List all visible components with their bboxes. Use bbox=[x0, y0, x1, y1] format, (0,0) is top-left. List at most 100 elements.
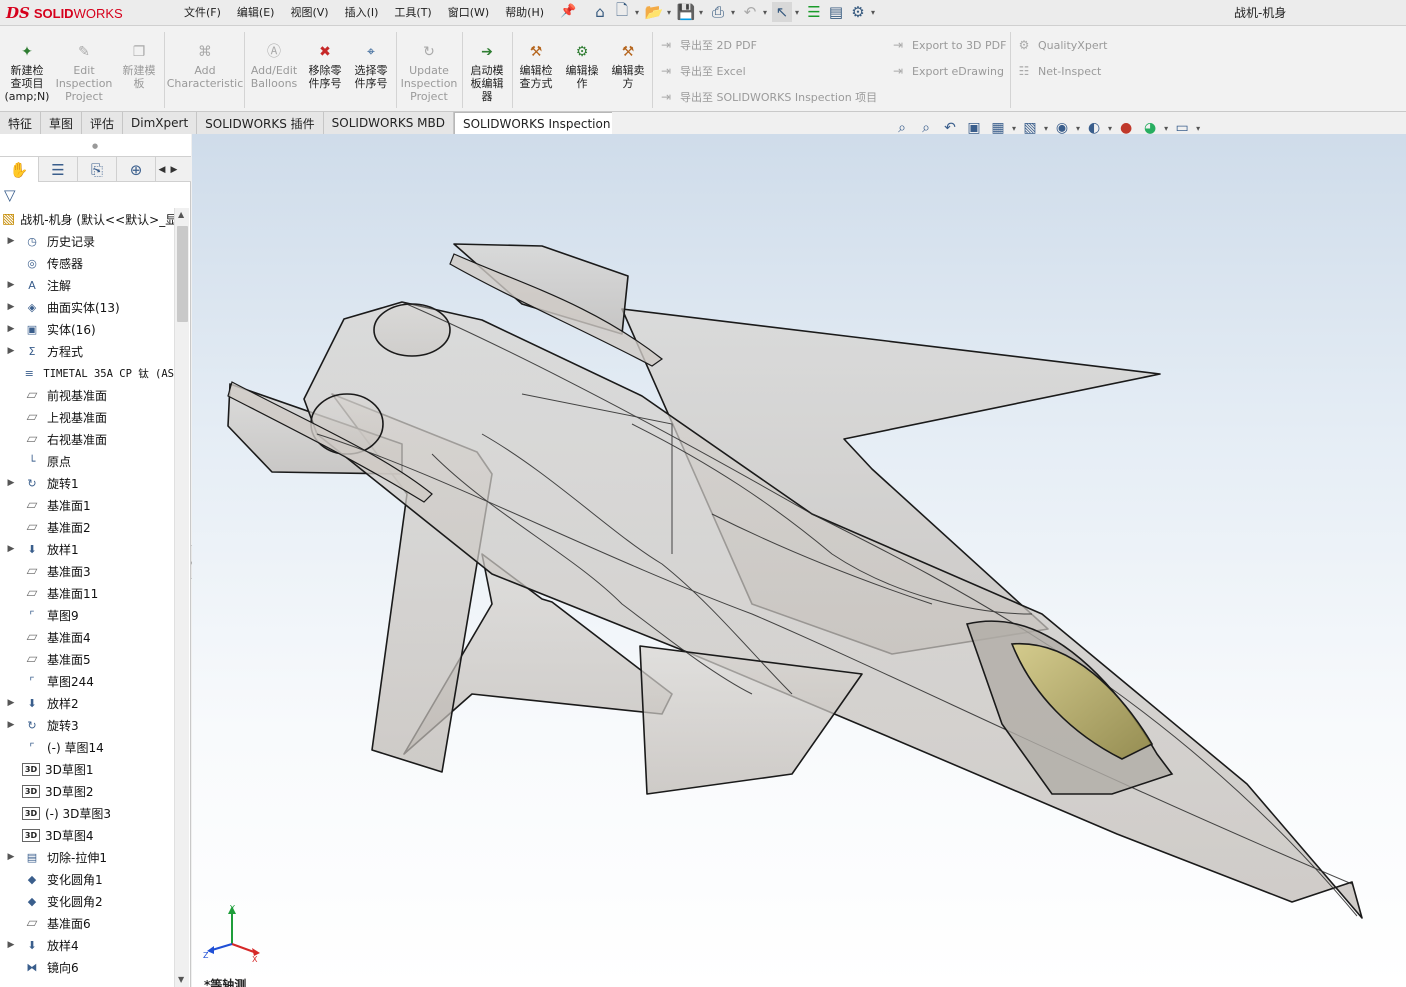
menu-edit[interactable]: 编辑(E) bbox=[229, 4, 283, 20]
expand-arrow-icon[interactable]: ▶ bbox=[0, 302, 22, 312]
new-template-button[interactable]: ❐ 新建模 板 bbox=[116, 42, 162, 91]
options-gear-icon[interactable]: ⚙ bbox=[848, 2, 868, 22]
add-edit-balloons-button[interactable]: Ⓐ Add/Edit Balloons bbox=[248, 42, 300, 91]
tabs-scroll-right-icon[interactable]: ▶ bbox=[168, 157, 180, 182]
file-properties-icon[interactable]: ▤ bbox=[826, 2, 846, 22]
graphics-area[interactable]: Y X Z *等轴测 bbox=[192, 134, 1406, 987]
net-inspect-button[interactable]: ☷ Net-Inspect bbox=[1016, 62, 1102, 80]
home-icon[interactable]: ⌂ bbox=[590, 2, 610, 22]
tree-item[interactable]: ▱ 基准面2 bbox=[0, 516, 174, 538]
tree-item[interactable]: ⧓ 镜向6 bbox=[0, 956, 174, 978]
qualityxpert-button[interactable]: ⚙ QualityXpert bbox=[1016, 36, 1108, 54]
tab-solidworks-mbd[interactable]: SOLIDWORKS MBD bbox=[324, 112, 454, 134]
print-dropdown-icon[interactable]: ▾ bbox=[728, 8, 738, 17]
scroll-down-icon[interactable]: ▼ bbox=[178, 975, 184, 984]
tree-item[interactable]: 3D 3D草图4 bbox=[0, 824, 174, 846]
open-folder-icon[interactable]: 📂 bbox=[644, 2, 664, 22]
tree-item[interactable]: 3D 3D草图1 bbox=[0, 758, 174, 780]
menu-help[interactable]: 帮助(H) bbox=[497, 4, 552, 20]
pin-menu-icon[interactable]: 📌 bbox=[560, 4, 576, 19]
tree-item[interactable]: ▶ ◈ 曲面实体(13) bbox=[0, 296, 174, 318]
tree-item[interactable]: 3D 3D草图2 bbox=[0, 780, 174, 802]
save-icon[interactable]: 💾 bbox=[676, 2, 696, 22]
expand-arrow-icon[interactable]: ▶ bbox=[0, 346, 22, 356]
solidworks-logo[interactable]: DS SOLIDWORKS bbox=[6, 2, 123, 24]
hide-show-dropdown-icon[interactable]: ▾ bbox=[1108, 124, 1112, 133]
property-manager-tab-icon[interactable]: ☰ bbox=[39, 157, 78, 182]
tree-item[interactable]: ▱ 基准面5 bbox=[0, 648, 174, 670]
edit-vendor-button[interactable]: ⚒ 编辑卖 方 bbox=[606, 42, 650, 91]
tree-item[interactable]: ▶ ◷ 历史记录 bbox=[0, 230, 174, 252]
tab-sketch[interactable]: 草图 bbox=[41, 112, 83, 134]
rebuild-traffic-light-icon[interactable]: ☰ bbox=[804, 2, 824, 22]
launch-template-editor-button[interactable]: ➔ 启动模 板编辑 器 bbox=[466, 42, 508, 104]
tree-item[interactable]: ◎ 传感器 bbox=[0, 252, 174, 274]
tree-item[interactable]: ▱ 基准面11 bbox=[0, 582, 174, 604]
export-excel-button[interactable]: ⇥ 导出至 Excel bbox=[658, 62, 746, 80]
edit-inspection-project-button[interactable]: ✎ Edit Inspection Project bbox=[54, 42, 114, 104]
select-balloon-button[interactable]: ⌖ 选择零 件序号 bbox=[348, 42, 394, 91]
tree-item[interactable]: ◆ 变化圆角2 bbox=[0, 890, 174, 912]
undo-dropdown-icon[interactable]: ▾ bbox=[760, 8, 770, 17]
tree-item[interactable]: ▶ ▣ 实体(16) bbox=[0, 318, 174, 340]
tree-item[interactable]: ▶ ⬇ 放样4 bbox=[0, 934, 174, 956]
expand-arrow-icon[interactable]: ▶ bbox=[0, 698, 22, 708]
feature-tree-scrollbar[interactable]: ▲ ▼ bbox=[174, 208, 189, 987]
menu-window[interactable]: 窗口(W) bbox=[440, 4, 497, 20]
tab-dimxpert[interactable]: DimXpert bbox=[123, 112, 198, 134]
feature-tree-tab-icon[interactable]: ✋ bbox=[0, 157, 39, 182]
edit-inspection-method-button[interactable]: ⚒ 编辑检 查方式 bbox=[514, 42, 558, 91]
tree-item[interactable]: ▱ 右视基准面 bbox=[0, 428, 174, 450]
expand-arrow-icon[interactable]: ▶ bbox=[0, 720, 22, 730]
orientation-dropdown-icon[interactable]: ▾ bbox=[1044, 124, 1048, 133]
menu-file[interactable]: 文件(F) bbox=[176, 4, 229, 20]
tab-features[interactable]: 特征 bbox=[0, 112, 42, 134]
tree-item[interactable]: ⌜ 草图244 bbox=[0, 670, 174, 692]
tree-item[interactable]: ◆ 变化圆角1 bbox=[0, 868, 174, 890]
export-3d-pdf-button[interactable]: ⇥ Export to 3D PDF bbox=[890, 36, 1006, 54]
new-document-icon[interactable]: 🗋 bbox=[612, 1, 632, 22]
tab-solidworks-inspection[interactable]: SOLIDWORKS Inspection bbox=[453, 112, 620, 134]
view-settings-dropdown-icon[interactable]: ▾ bbox=[1196, 124, 1200, 133]
expand-arrow-icon[interactable]: ▶ bbox=[0, 280, 22, 290]
menu-insert[interactable]: 插入(I) bbox=[337, 4, 387, 20]
display-style-dropdown-icon[interactable]: ▾ bbox=[1076, 124, 1080, 133]
tree-item[interactable]: ▶ ▤ 切除-拉伸1 bbox=[0, 846, 174, 868]
dimxpert-manager-tab-icon[interactable]: ⊕ bbox=[117, 157, 156, 182]
tree-item[interactable]: ▶ Σ 方程式 bbox=[0, 340, 174, 362]
options-dropdown-icon[interactable]: ▾ bbox=[868, 8, 878, 17]
edit-operation-button[interactable]: ⚙ 编辑操 作 bbox=[560, 42, 604, 91]
export-2d-pdf-button[interactable]: ⇥ 导出至 2D PDF bbox=[658, 36, 757, 54]
undo-icon[interactable]: ↶ bbox=[740, 2, 760, 22]
tabs-scroll-left-icon[interactable]: ◀ bbox=[156, 157, 168, 182]
new-dropdown-icon[interactable]: ▾ bbox=[632, 8, 642, 17]
update-inspection-project-button[interactable]: ↻ Update Inspection Project bbox=[400, 42, 458, 104]
expand-arrow-icon[interactable]: ▶ bbox=[0, 324, 22, 334]
tree-item[interactable]: ⌜ (-) 草图14 bbox=[0, 736, 174, 758]
tab-solidworks-addins[interactable]: SOLIDWORKS 插件 bbox=[197, 112, 324, 134]
tree-item[interactable]: ▱ 基准面1 bbox=[0, 494, 174, 516]
panel-grip[interactable]: ● bbox=[0, 134, 191, 156]
annotation-dropdown-icon[interactable]: ▾ bbox=[1012, 124, 1016, 133]
tree-item[interactable]: ▶ ⬇ 放样2 bbox=[0, 692, 174, 714]
configuration-manager-tab-icon[interactable]: ⎘ bbox=[78, 157, 117, 182]
tab-evaluate[interactable]: 评估 bbox=[82, 112, 124, 134]
export-inspection-project-button[interactable]: ⇥ 导出至 SOLIDWORKS Inspection 项目 bbox=[658, 88, 877, 106]
tree-item[interactable]: └ 原点 bbox=[0, 450, 174, 472]
expand-arrow-icon[interactable]: ▶ bbox=[0, 544, 22, 554]
remove-balloon-button[interactable]: ✖ 移除零 件序号 bbox=[302, 42, 348, 91]
tree-item[interactable]: 3D (-) 3D草图3 bbox=[0, 802, 174, 824]
tree-item[interactable]: ≡ TIMETAL 35A CP 钛 (AS bbox=[0, 362, 174, 384]
print-icon[interactable]: ⎙ bbox=[708, 2, 728, 22]
tree-item[interactable]: ⌜ 草图9 bbox=[0, 604, 174, 626]
select-dropdown-icon[interactable]: ▾ bbox=[792, 8, 802, 17]
tree-root-part[interactable]: ▧ 战机-机身 (默认<<默认>_显 bbox=[0, 208, 174, 230]
expand-arrow-icon[interactable]: ▶ bbox=[0, 236, 22, 246]
tree-item[interactable]: ▱ 基准面4 bbox=[0, 626, 174, 648]
filter-icon[interactable]: ▽ bbox=[4, 186, 16, 204]
select-cursor-icon[interactable]: ↖ bbox=[772, 2, 792, 22]
tree-item[interactable]: ▶ A 注解 bbox=[0, 274, 174, 296]
tree-item[interactable]: ▱ 上视基准面 bbox=[0, 406, 174, 428]
tree-item[interactable]: ▱ 基准面6 bbox=[0, 912, 174, 934]
tree-item[interactable]: ▱ 前视基准面 bbox=[0, 384, 174, 406]
